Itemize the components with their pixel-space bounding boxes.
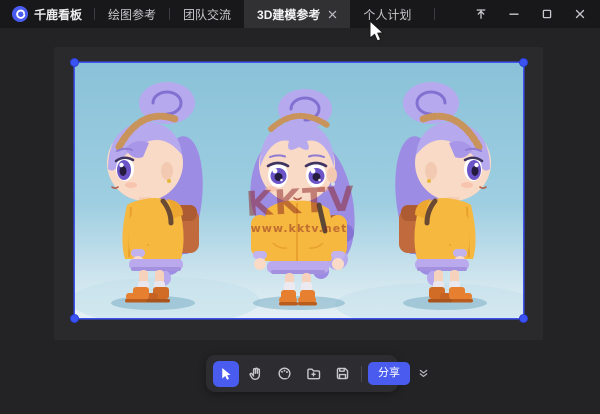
maximize-button[interactable] [530, 0, 563, 28]
collapse-toolbar-button[interactable] [413, 361, 433, 387]
selection-handle-bottom-right[interactable] [519, 314, 528, 323]
watermark: KKTV www.kktv.net [245, 179, 357, 235]
hand-tool-button[interactable] [242, 361, 268, 387]
selection-handle-top-right[interactable] [519, 58, 528, 67]
share-button[interactable]: 分享 [368, 362, 410, 385]
app-logo[interactable]: 千鹿看板 [0, 0, 94, 28]
tab-bar: 千鹿看板 绘图参考 团队交流 3D建模参考 个人计划 [0, 0, 600, 28]
character-turnaround-illustration: KKTV www.kktv.net [75, 63, 523, 318]
app-window: 千鹿看板 绘图参考 团队交流 3D建模参考 个人计划 KKTV www.kktv… [0, 0, 600, 414]
canvas-toolbar: 分享 [206, 355, 427, 392]
watermark-text: KKTV [245, 179, 357, 225]
tab-personal-plan[interactable]: 个人计划 [350, 0, 424, 28]
palette-icon [277, 367, 291, 380]
hand-icon [248, 367, 260, 380]
close-window-button[interactable] [563, 0, 596, 28]
tab-close-icon[interactable] [328, 10, 337, 19]
tab-drawing-reference[interactable]: 绘图参考 [95, 0, 169, 28]
divider [361, 365, 362, 382]
pin-to-top-button[interactable] [464, 0, 497, 28]
app-title: 千鹿看板 [34, 7, 83, 22]
swirl-logo-icon [12, 6, 28, 22]
reference-image[interactable]: KKTV www.kktv.net [70, 58, 528, 323]
import-file-button[interactable] [300, 361, 326, 387]
save-button[interactable] [329, 361, 355, 387]
tab-team-chat[interactable]: 团队交流 [170, 0, 244, 28]
divider [434, 8, 436, 20]
select-tool-button[interactable] [213, 360, 239, 387]
selection-handle-bottom-left[interactable] [70, 314, 79, 323]
palette-tool-button[interactable] [271, 361, 297, 387]
double-chevron-down-icon [419, 369, 427, 378]
cursor-arrow-icon [222, 367, 231, 380]
tab-3d-modeling-reference[interactable]: 3D建模参考 [244, 0, 351, 28]
folder-plus-icon [306, 368, 320, 380]
floppy-save-icon [336, 367, 348, 380]
window-controls [464, 0, 600, 28]
minimize-button[interactable] [497, 0, 530, 28]
selection-handle-top-left[interactable] [70, 58, 79, 67]
mouse-cursor [368, 19, 386, 49]
watermark-url: www.kktv.net [251, 222, 348, 235]
